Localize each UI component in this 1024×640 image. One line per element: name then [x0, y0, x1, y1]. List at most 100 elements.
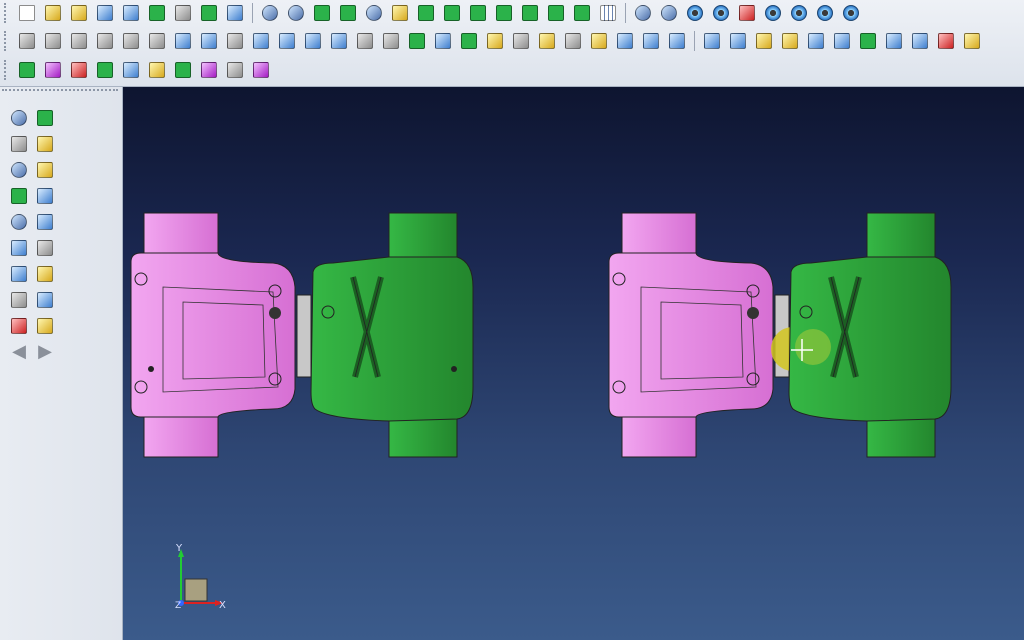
measure-button[interactable] — [94, 59, 116, 81]
printer-3d-button[interactable] — [224, 59, 246, 81]
solid-a-button[interactable] — [701, 30, 723, 52]
zoom-select-button[interactable] — [8, 159, 30, 181]
forward-button[interactable]: ▶ — [34, 341, 56, 363]
shaded-button[interactable] — [42, 59, 64, 81]
solid-i-button[interactable] — [909, 30, 931, 52]
preview-button[interactable] — [198, 2, 220, 24]
import-button[interactable] — [146, 2, 168, 24]
back-button[interactable]: ◀ — [8, 341, 30, 363]
frame-button[interactable] — [8, 133, 30, 155]
torus-button[interactable] — [146, 30, 168, 52]
pattern-button[interactable] — [614, 30, 636, 52]
point-button[interactable] — [34, 107, 56, 129]
print-button[interactable] — [172, 2, 194, 24]
cylinder-button[interactable] — [42, 30, 64, 52]
view-left-button[interactable] — [467, 2, 489, 24]
view-iso-button[interactable] — [571, 2, 593, 24]
layer-1-button[interactable] — [684, 2, 706, 24]
block-button[interactable] — [484, 30, 506, 52]
corner-button[interactable] — [34, 133, 56, 155]
inspect-button[interactable] — [658, 2, 680, 24]
solid-e-button[interactable] — [805, 30, 827, 52]
refresh-button[interactable] — [8, 237, 30, 259]
zoom-fit-button[interactable] — [285, 2, 307, 24]
rotate-button[interactable] — [337, 2, 359, 24]
chamfer-button[interactable] — [510, 30, 532, 52]
axis-button[interactable] — [363, 2, 385, 24]
boolean-subtract-button[interactable] — [198, 30, 220, 52]
arch-button[interactable] — [198, 59, 220, 81]
boolean-union-button[interactable] — [172, 30, 194, 52]
box-button[interactable] — [16, 30, 38, 52]
open-button[interactable] — [42, 2, 64, 24]
delete-button[interactable] — [8, 289, 30, 311]
prism-button[interactable] — [68, 30, 90, 52]
scale-1-1-button[interactable] — [597, 2, 619, 24]
solid-d-button[interactable] — [779, 30, 801, 52]
component-button[interactable] — [8, 315, 30, 337]
sphere-button[interactable] — [120, 30, 142, 52]
view-top-button[interactable] — [519, 2, 541, 24]
solid-c-button[interactable] — [753, 30, 775, 52]
image-button[interactable] — [120, 59, 142, 81]
plane-button[interactable] — [34, 211, 56, 233]
part-right-green[interactable] — [788, 212, 952, 458]
undo-button[interactable] — [34, 289, 56, 311]
view-front-button[interactable] — [415, 2, 437, 24]
filter-button[interactable] — [632, 2, 654, 24]
stack-button[interactable] — [16, 59, 38, 81]
toolbar-grip[interactable] — [4, 31, 10, 51]
save-button[interactable] — [94, 2, 116, 24]
folder-button[interactable] — [34, 315, 56, 337]
window-button[interactable] — [224, 2, 246, 24]
panel-grip[interactable] — [2, 89, 118, 95]
part-left-pink[interactable] — [130, 212, 296, 458]
zoom-window-button[interactable] — [259, 2, 281, 24]
solid-j-button[interactable] — [961, 30, 983, 52]
view-mode-button[interactable] — [389, 2, 411, 24]
draft-button[interactable] — [562, 30, 584, 52]
toolbar-grip[interactable] — [4, 3, 10, 23]
delete-solid-button[interactable] — [935, 30, 957, 52]
select-button[interactable] — [8, 107, 30, 129]
revolve-button[interactable] — [380, 30, 402, 52]
cone-button[interactable] — [94, 30, 116, 52]
layer-add-button[interactable] — [814, 2, 836, 24]
edge-button[interactable] — [8, 185, 30, 207]
solid-f-button[interactable] — [831, 30, 853, 52]
extrude-button[interactable] — [354, 30, 376, 52]
surface-button[interactable] — [458, 30, 480, 52]
sweep-button[interactable] — [302, 30, 324, 52]
fillet-button[interactable] — [536, 30, 558, 52]
solid-b-button[interactable] — [727, 30, 749, 52]
layer-2-button[interactable] — [710, 2, 732, 24]
3d-viewport[interactable]: Y X Z — [123, 87, 1024, 640]
save-as-button[interactable] — [120, 2, 142, 24]
help-button[interactable] — [8, 263, 30, 285]
analysis-button[interactable] — [172, 59, 194, 81]
layer-4-button[interactable] — [788, 2, 810, 24]
part-left-green[interactable] — [310, 212, 474, 458]
layer-3-button[interactable] — [762, 2, 784, 24]
wire-button[interactable] — [8, 211, 30, 233]
cube-button[interactable] — [34, 237, 56, 259]
part-view-button[interactable] — [250, 59, 272, 81]
offset-button[interactable] — [432, 30, 454, 52]
open-recent-button[interactable] — [68, 2, 90, 24]
view-bottom-button[interactable] — [545, 2, 567, 24]
traffic-light-button[interactable] — [736, 2, 758, 24]
solid-h-button[interactable] — [883, 30, 905, 52]
trim-button[interactable] — [666, 30, 688, 52]
split-button[interactable] — [588, 30, 610, 52]
new-button[interactable] — [16, 2, 38, 24]
curve-button[interactable] — [34, 185, 56, 207]
sheet-button[interactable] — [34, 159, 56, 181]
solid-shell-button[interactable] — [276, 30, 298, 52]
part-right-pink[interactable] — [608, 212, 774, 458]
plate-left[interactable] — [296, 294, 312, 378]
view-right-button[interactable] — [493, 2, 515, 24]
solid-g-button[interactable] — [857, 30, 879, 52]
toolbar-grip[interactable] — [4, 60, 10, 80]
move-button[interactable] — [406, 30, 428, 52]
view-back-button[interactable] — [441, 2, 463, 24]
